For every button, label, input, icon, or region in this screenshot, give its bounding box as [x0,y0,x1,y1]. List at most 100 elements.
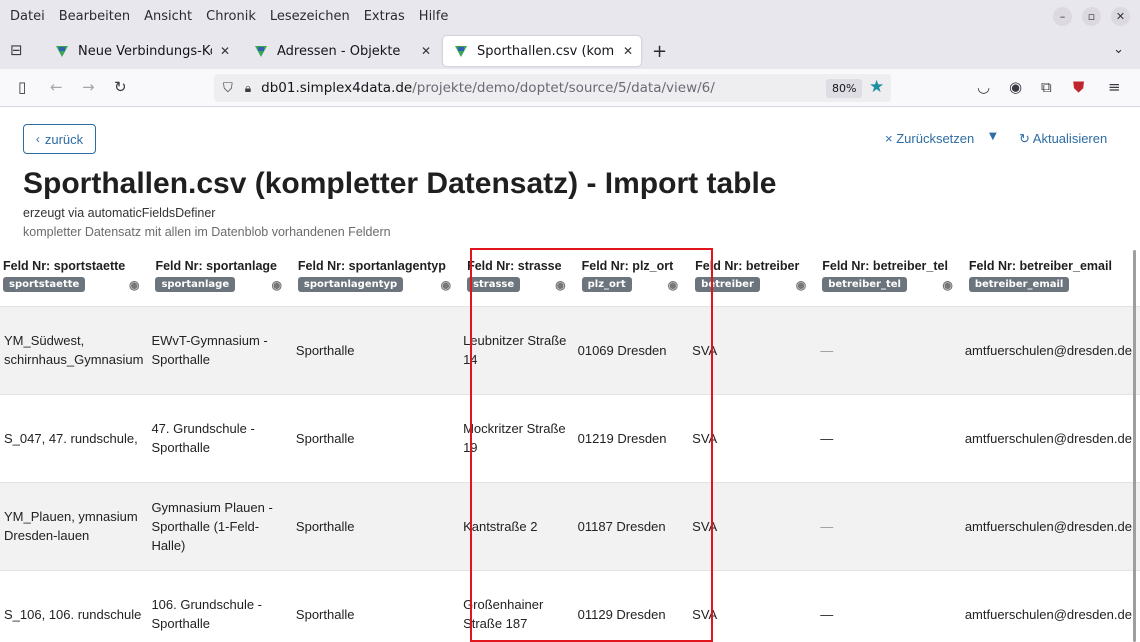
bookmark-star-icon[interactable]: ★ [869,77,884,97]
column-header-label: Feld Nr: betreiber_email [968,259,1112,273]
table-row[interactable]: YM_Südwest, schirnhaus_Gymnasium EWvT-Gy… [0,306,1140,395]
column-header-label: Feld Nr: sportanlage [155,259,277,273]
column-header-strasse[interactable]: Feld Nr: strasse strasse ◉ [463,248,578,307]
eye-icon[interactable]: ◉ [796,278,806,292]
column-header-sportanlage[interactable]: Feld Nr: sportanlage sportanlage ◉ [151,248,294,307]
column-header-betreiber[interactable]: Feld Nr: betreiber betreiber ◉ [690,248,819,307]
sidebar-toggle-icon[interactable]: ▯ [18,78,26,96]
menu-hamburger-icon[interactable]: ≡ [1108,78,1121,96]
eye-icon[interactable]: ◉ [441,278,451,292]
close-tab-icon[interactable]: ✕ [421,44,431,58]
column-header-sportstaette[interactable]: Feld Nr: sportstaette sportstaette ◉ [0,248,152,307]
close-tab-icon[interactable]: ✕ [220,44,230,58]
column-header-sportanlagentyp[interactable]: Feld Nr: sportanlagentyp sportanlagentyp… [293,248,464,307]
table-cell: 47. Grundschule - Sporthalle [151,394,294,483]
column-header-label: Feld Nr: betreiber [695,259,800,273]
table-row[interactable]: YM_Plauen, ymnasium Dresden-lauen Gymnas… [0,482,1140,571]
menu-chronik[interactable]: Chronik [206,9,256,24]
column-header-label: Feld Nr: sportstaette [3,259,126,273]
minimize-button[interactable]: – [1053,7,1072,26]
field-badge: sportanlage [155,277,236,292]
menu-hilfe[interactable]: Hilfe [419,9,449,24]
table-cell: — [818,306,965,395]
back-arrow-icon[interactable]: ← [50,78,63,96]
table-cell: SVA [690,306,819,395]
column-header-label: Feld Nr: sportanlagentyp [297,259,446,273]
table-cell: S_106, 106. rundschule [0,570,152,642]
address-bar[interactable]: ⛉ 🔒︎ db01.simplex4data.de/projekte/demo/… [214,74,891,102]
eye-icon[interactable]: ◉ [668,278,678,292]
pocket-icon[interactable]: ◡ [977,78,990,96]
menu-extras[interactable]: Extras [364,9,405,24]
eye-icon[interactable]: ◉ [942,278,952,292]
back-button[interactable]: ‹ zurück [23,124,96,154]
table-cell: Kantstraße 2 [463,482,578,571]
menu-bearbeiten[interactable]: Bearbeiten [59,9,130,24]
caret-down-icon[interactable]: ▼ [989,131,997,142]
table-cell: Leubnitzer Straße 14 [463,306,578,395]
reload-icon[interactable]: ↻ [114,78,127,96]
table-row[interactable]: S_106, 106. rundschule 106. Grundschule … [0,570,1140,642]
ublock-icon[interactable]: ⛊ [1073,78,1084,96]
close-window-button[interactable]: ✕ [1111,7,1130,26]
close-tab-icon[interactable]: ✕ [623,44,633,58]
url-host: db01.simplex4data.de [261,80,413,96]
eye-icon[interactable]: ◉ [129,278,139,292]
eye-icon[interactable]: ◉ [271,278,281,292]
field-badge: betreiber [695,277,760,292]
account-icon[interactable]: ◉ [1009,78,1022,96]
data-table-container[interactable]: Feld Nr: sportstaette sportstaette ◉ Feld… [0,248,1140,642]
tab-list-icon[interactable]: ⊟ [10,41,30,59]
menu-datei[interactable]: Datei [10,9,45,24]
table-cell: Gymnasium Plauen - Sporthalle (1-Feld-Ha… [151,482,294,571]
field-badge: sportanlagentyp [297,277,404,292]
refresh-button[interactable]: ↻ Aktualisieren [1019,131,1107,147]
table-row[interactable]: S_047, 47. rundschule, 47. Grundschule -… [0,394,1140,483]
tab-bar: ⊟ Neue Verbindungs-Konve ✕ Adressen - Ob… [0,32,1140,69]
reset-button[interactable]: × Zurücksetzen [885,131,974,146]
menu-ansicht[interactable]: Ansicht [144,9,192,24]
site-favicon-icon [455,45,467,57]
table-cell: amtfuerschulen@dresden.de [964,394,1140,483]
eye-icon[interactable]: ◉ [555,278,565,292]
table-cell: amtfuerschulen@dresden.de [964,482,1140,571]
column-header-label: Feld Nr: strasse [467,259,562,273]
extensions-icon[interactable]: ⧉ [1041,78,1052,96]
table-cell: SVA [690,482,819,571]
table-cell: YM_Südwest, schirnhaus_Gymnasium [0,306,152,395]
table-cell: SVA [690,570,819,642]
table-cell: — [818,482,965,571]
shield-icon[interactable]: ⛉ [223,81,233,96]
field-badge: strasse [467,277,521,292]
maximize-button[interactable]: ▫ [1082,7,1101,26]
table-cell: Sporthalle [293,482,464,571]
table-cell: 01069 Dresden [577,306,691,395]
chevron-down-icon[interactable]: ⌄ [1113,42,1124,57]
table-cell: Sporthalle [293,570,464,642]
column-header-label: Feld Nr: plz_ort [581,259,674,273]
zoom-level-badge[interactable]: 80% [826,79,863,98]
table-cell: Sporthalle [293,394,464,483]
lock-icon[interactable]: 🔒︎ [245,81,251,96]
table-cell: 01129 Dresden [577,570,691,642]
tab-adressen-objekte[interactable]: Adressen - Objekte ✕ [243,36,439,66]
table-cell: amtfuerschulen@dresden.de [964,570,1140,642]
table-header-row: Feld Nr: sportstaette sportstaette ◉ Feld… [0,248,1140,307]
url-path: /projekte/demo/doptet/source/5/data/view… [412,80,715,96]
column-header-plz-ort[interactable]: Feld Nr: plz_ort plz_ort ◉ [577,248,691,307]
menu-lesezeichen[interactable]: Lesezeichen [270,9,350,24]
forward-arrow-icon[interactable]: → [82,78,95,96]
page-subtitle: erzeugt via automaticFieldsDefiner [23,206,216,220]
new-tab-icon[interactable]: + [652,41,667,62]
back-button-label: zurück [44,131,84,147]
tab-label: Adressen - Objekte [277,43,401,59]
vertical-scrollbar[interactable] [1133,250,1136,642]
chevron-left-icon: ‹ [35,132,40,146]
tab-sporthallen[interactable]: Sporthallen.csv (komplett ✕ [443,36,641,66]
column-header-label: Feld Nr: betreiber_tel [822,259,948,273]
tab-neue-verbindungs-konve[interactable]: Neue Verbindungs-Konve ✕ [44,36,238,66]
column-header-betreiber-tel[interactable]: Feld Nr: betreiber_tel betreiber_tel ◉ [818,248,965,307]
url-text[interactable]: db01.simplex4data.de/projekte/demo/dopte… [261,80,715,96]
table-cell: Großenhainer Straße 187 [463,570,578,642]
column-header-betreiber-email[interactable]: Feld Nr: betreiber_email betreiber_email [964,248,1140,307]
